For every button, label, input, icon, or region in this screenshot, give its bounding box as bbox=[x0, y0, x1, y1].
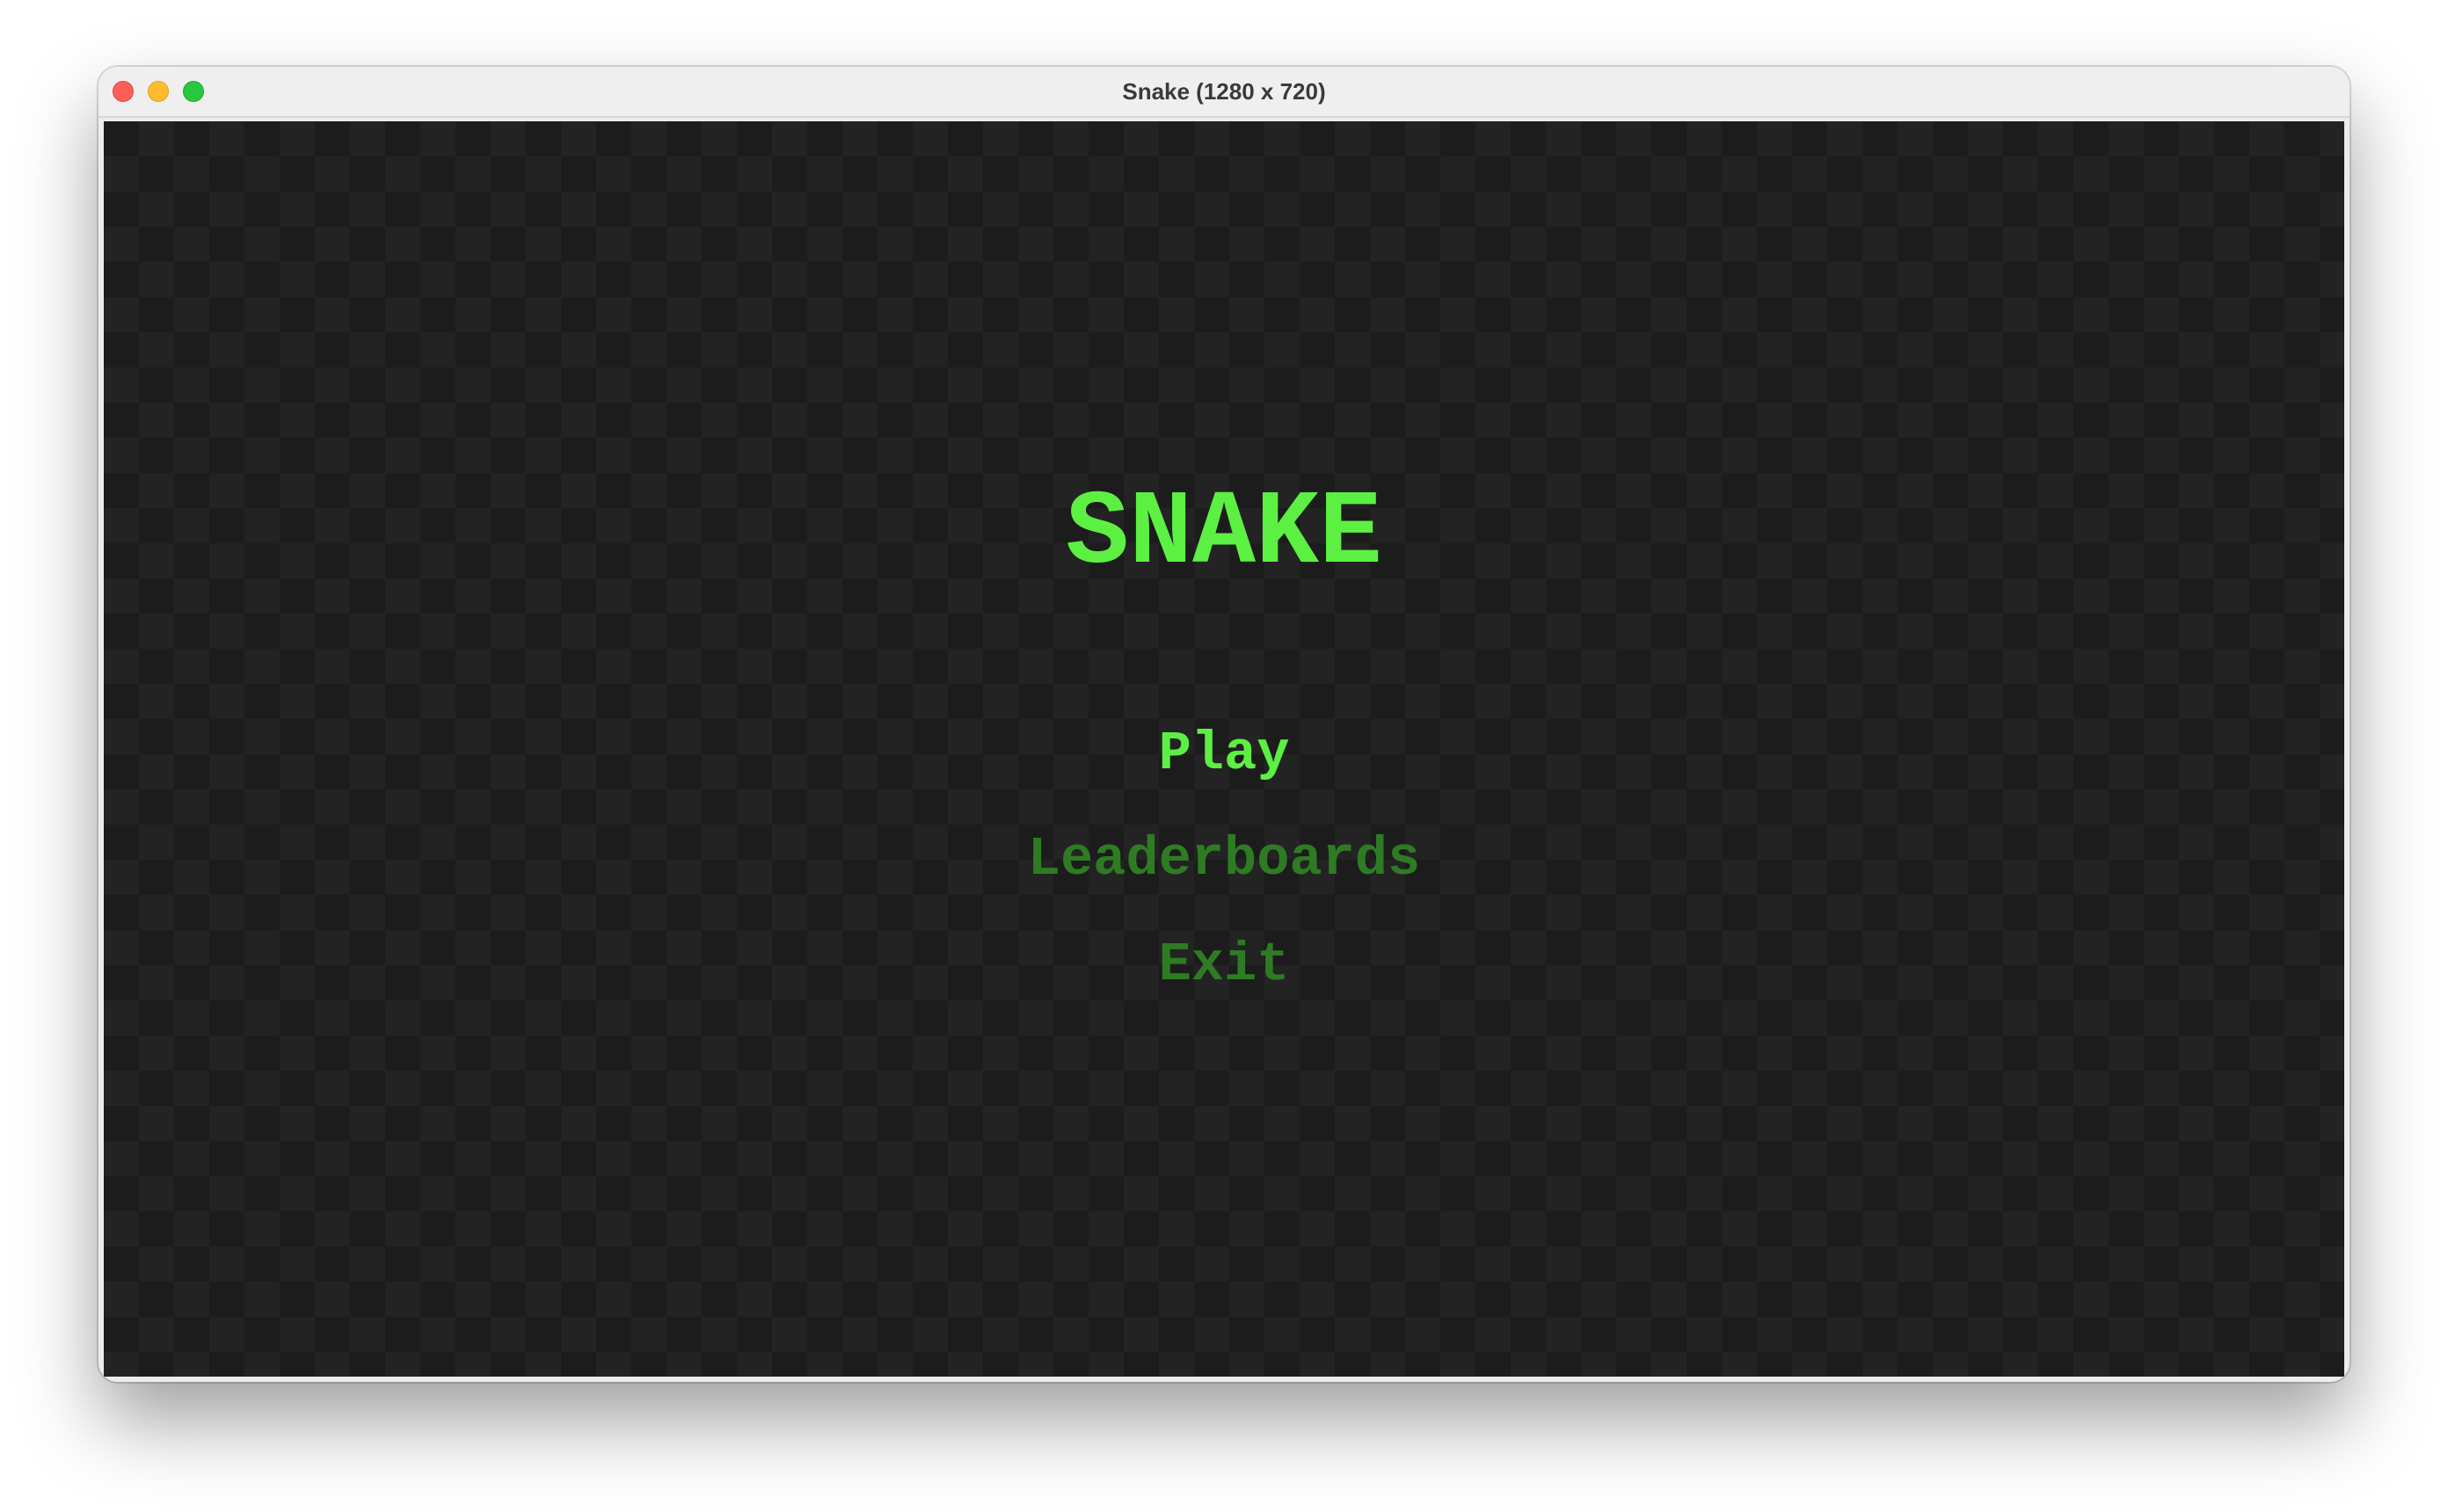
window-title: Snake (1280 x 720) bbox=[1122, 78, 1326, 105]
game-canvas[interactable]: SNAKE Play Leaderboards Exit bbox=[104, 121, 2344, 1377]
main-menu: Play Leaderboards Exit bbox=[104, 701, 2344, 1018]
menu-item-play[interactable]: Play bbox=[104, 701, 2344, 807]
game-title: SNAKE bbox=[1065, 475, 1383, 594]
game-window: Snake (1280 x 720) SNAKE Play Leaderboar… bbox=[98, 67, 2350, 1382]
menu-item-leaderboards[interactable]: Leaderboards bbox=[104, 807, 2344, 912]
window-titlebar[interactable]: Snake (1280 x 720) bbox=[98, 67, 2350, 118]
desktop: Snake (1280 x 720) SNAKE Play Leaderboar… bbox=[0, 0, 2448, 1512]
menu-item-exit[interactable]: Exit bbox=[104, 912, 2344, 1018]
